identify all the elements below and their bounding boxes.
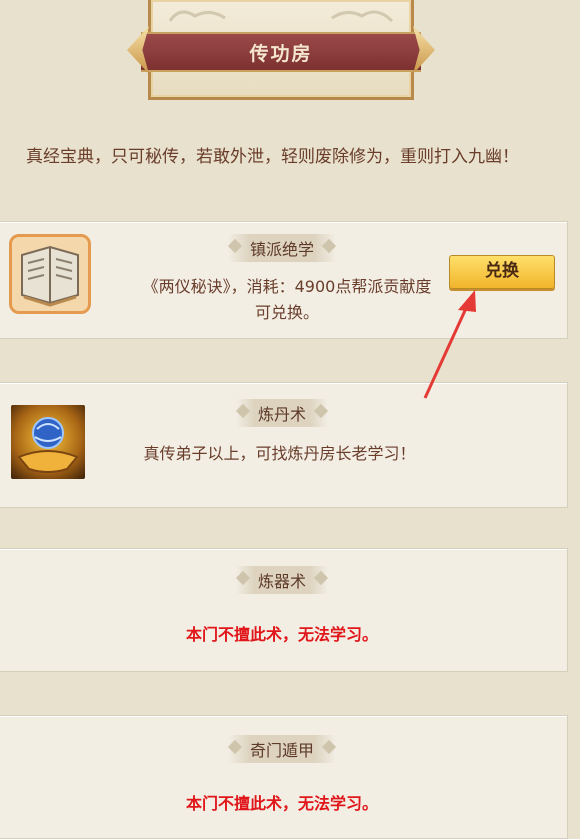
card-heading: 奇门遁甲 <box>0 735 567 763</box>
skill-card-signature: 镇派绝学 《两仪秘诀》，消耗：4900点帮派贡献度可兑换。 兑换 <box>0 221 568 339</box>
skill-description: 《两仪秘诀》，消耗：4900点帮派贡献度可兑换。 <box>142 277 432 322</box>
skill-tag: 镇派绝学 <box>227 234 336 262</box>
skill-tag: 炼器术 <box>235 566 328 594</box>
cloud-ornament-icon <box>168 10 226 22</box>
skill-tag: 奇门遁甲 <box>227 735 336 763</box>
skill-description: 本门不擅此术，无法学习。 <box>185 625 378 644</box>
page-title: 传功房 <box>249 43 313 65</box>
skill-description: 本门不擅此术，无法学习。 <box>185 794 378 813</box>
skill-card-forging: 炼器术 本门不擅此术，无法学习。 <box>0 548 568 672</box>
skill-description: 真传弟子以上，可找炼丹房长老学习！ <box>143 444 416 463</box>
exchange-button[interactable]: 兑换 <box>449 255 555 289</box>
cloud-ornament-icon <box>331 10 394 23</box>
card-heading: 炼丹术 <box>0 399 567 427</box>
card-heading: 炼器术 <box>0 566 567 594</box>
title-banner: 传功房 <box>141 0 421 100</box>
skill-tag: 炼丹术 <box>235 399 328 427</box>
skill-card-qimen: 奇门遁甲 本门不擅此术，无法学习。 <box>0 715 568 839</box>
skill-card-alchemy: 炼丹术 真传弟子以上，可找炼丹房长老学习！ <box>0 382 568 508</box>
intro-text: 真经宝典，只可秘传，若敢外泄，轻则废除修为，重则打入九幽！ <box>26 147 519 167</box>
